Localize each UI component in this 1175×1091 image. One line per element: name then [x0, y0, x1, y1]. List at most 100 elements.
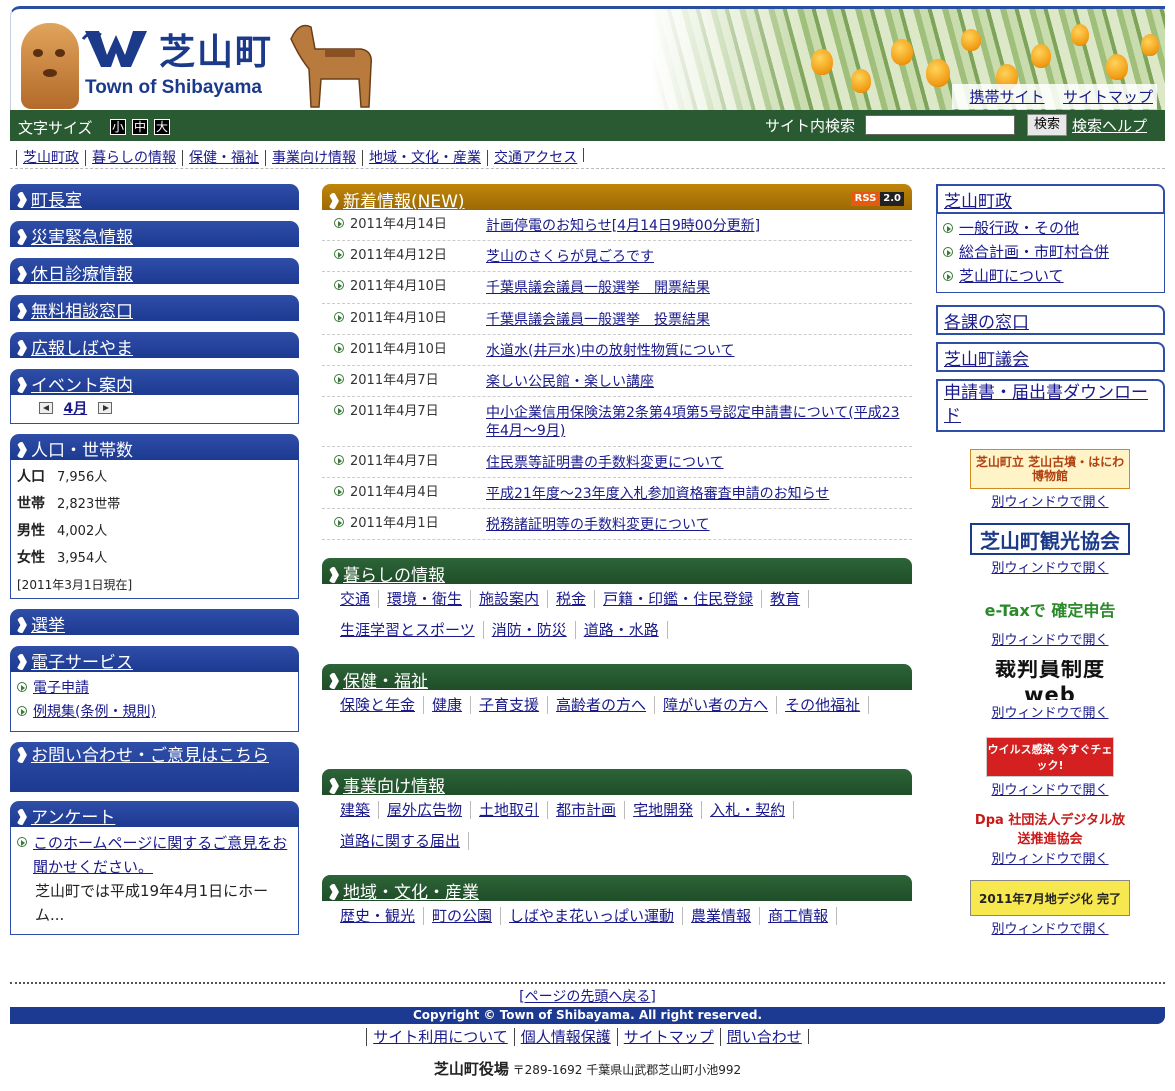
open-new-window-link[interactable]: 別ウィンドウで開く — [970, 918, 1130, 937]
e-service-item[interactable]: 電子申請 — [17, 676, 292, 700]
politics-title[interactable]: 芝山町政 — [944, 192, 1012, 212]
nav-business-info[interactable]: 事業向け情報 — [265, 150, 362, 166]
about-town-link[interactable]: 芝山町について — [959, 267, 1064, 285]
election-link[interactable]: 選挙 — [10, 609, 299, 636]
open-new-window-link[interactable]: 別ウィンドウで開く — [970, 629, 1130, 648]
category-link[interactable]: 施設案内 — [479, 590, 549, 608]
category-link[interactable]: 屋外広告物 — [387, 801, 472, 819]
e-service-link[interactable]: 電子サービス — [10, 646, 299, 673]
category-link[interactable]: 道路・水路 — [584, 621, 668, 639]
category-link[interactable]: 入札・契約 — [710, 801, 795, 819]
consult-link[interactable]: 無料相談窓口 — [10, 295, 299, 322]
category-link[interactable]: 環境・衛生 — [387, 590, 472, 608]
consult-label[interactable]: 無料相談窓口 — [31, 302, 133, 322]
category-link[interactable]: 宅地開発 — [633, 801, 703, 819]
general-plan-link[interactable]: 総合計画・市町村合併 — [959, 243, 1109, 261]
survey-label[interactable]: アンケート — [31, 808, 115, 828]
font-size-medium-button[interactable]: 中 — [132, 119, 148, 135]
category-link[interactable]: 建築 — [340, 801, 380, 819]
search-help-link[interactable]: 検索ヘルプ — [1072, 115, 1147, 136]
pr-link[interactable]: 広報しばやま — [10, 332, 299, 359]
nav-community-culture[interactable]: 地域・文化・産業 — [362, 150, 487, 166]
forms-title[interactable]: 申請書・届出書ダウンロード — [944, 383, 1148, 426]
category-link[interactable]: 歴史・観光 — [340, 907, 425, 925]
open-new-window-link[interactable]: 別ウィンドウで開く — [970, 557, 1130, 576]
etax-banner-image[interactable]: e-Taxで 確定申告 — [970, 591, 1130, 627]
news-title[interactable]: 新着情報(NEW) — [343, 192, 465, 212]
holiday-clinic-link[interactable]: 休日診療情報 — [10, 258, 299, 285]
font-size-small-button[interactable]: 小 — [110, 119, 126, 135]
nav-living-info[interactable]: 暮らしの情報 — [85, 150, 182, 166]
category-link[interactable]: 戸籍・印鑑・住民登録 — [603, 590, 763, 608]
news-link[interactable]: 千葉県議会議員一般選挙 開票結果 — [486, 279, 912, 297]
next-month-icon[interactable] — [97, 402, 112, 414]
category-link[interactable]: 町の公園 — [432, 907, 502, 925]
inquiry-link[interactable]: 問い合わせ — [719, 1028, 808, 1046]
category-link[interactable]: 交通 — [340, 590, 380, 608]
category-link[interactable]: 都市計画 — [556, 801, 626, 819]
disaster-link[interactable]: 災害緊急情報 — [10, 221, 299, 248]
etax-banner[interactable]: e-Taxで 確定申告 別ウィンドウで開く — [970, 591, 1130, 648]
prev-month-icon[interactable] — [39, 402, 53, 414]
tourism-banner[interactable]: 芝山町観光協会 別ウィンドウで開く — [970, 523, 1130, 576]
current-month-link[interactable]: 4月 — [63, 401, 87, 417]
category-link[interactable]: 農業情報 — [691, 907, 761, 925]
regulations-link[interactable]: 例規集(条例・規則) — [33, 704, 156, 720]
news-link[interactable]: 平成21年度～23年度入札参加資格審査申請のお知らせ — [486, 485, 912, 503]
news-link[interactable]: 水道水(井戸水)中の放射性物質について — [486, 342, 912, 360]
news-link[interactable]: 中小企業信用保険法第2条第4項第5号認定申請書について(平成23年4月～9月) — [486, 404, 912, 440]
sitemap-link[interactable]: サイトマップ — [1063, 88, 1153, 106]
nav-access[interactable]: 交通アクセス — [487, 150, 584, 166]
category-link[interactable]: しばやま花いっぱい運動 — [509, 907, 684, 925]
e-service-item[interactable]: 例規集(条例・規則) — [17, 700, 292, 724]
category-link[interactable]: 健康 — [432, 696, 472, 714]
haniwa-museum-banner[interactable]: 芝山町立 芝山古墳・はにわ博物館 別ウィンドウで開く — [970, 449, 1130, 510]
tourism-banner-image[interactable]: 芝山町観光協会 — [970, 523, 1130, 555]
category-link[interactable]: 生涯学習とスポーツ — [340, 621, 484, 639]
chideji-banner[interactable]: 2011年7月地デジ化 完了 別ウィンドウで開く — [970, 880, 1130, 937]
category-link[interactable]: 土地取引 — [479, 801, 549, 819]
haniwa-museum-banner-image[interactable]: 芝山町立 芝山古墳・はにわ博物館 — [970, 449, 1130, 489]
holiday-clinic-label[interactable]: 休日診療情報 — [31, 265, 133, 285]
politics-item[interactable]: 総合計画・市町村合併 — [943, 240, 1158, 264]
general-admin-link[interactable]: 一般行政・その他 — [959, 219, 1079, 237]
politics-item[interactable]: 一般行政・その他 — [943, 216, 1158, 240]
site-title[interactable]: 芝山町 — [159, 23, 273, 75]
forms-header[interactable]: 申請書・届出書ダウンロード — [936, 379, 1165, 432]
open-new-window-link[interactable]: 別ウィンドウで開く — [970, 779, 1130, 798]
e-service-label[interactable]: 電子サービス — [31, 653, 133, 673]
category-link[interactable]: 消防・防災 — [492, 621, 576, 639]
events-label[interactable]: イベント案内 — [31, 376, 133, 396]
election-label[interactable]: 選挙 — [31, 616, 65, 636]
category-link[interactable]: 税金 — [556, 590, 596, 608]
search-button[interactable]: 検索 — [1027, 114, 1067, 136]
business-info-title[interactable]: 事業向け情報 — [343, 777, 445, 797]
health-welfare-title[interactable]: 保健・福祉 — [343, 672, 428, 692]
category-link[interactable]: 子育支援 — [479, 696, 549, 714]
category-link[interactable]: 障がい者の方へ — [663, 696, 778, 714]
disaster-label[interactable]: 災害緊急情報 — [31, 228, 133, 248]
survey-opinion-link[interactable]: このホームページに関するご意見をお聞かせください。 — [33, 831, 292, 879]
assembly-title[interactable]: 芝山町議会 — [944, 350, 1029, 370]
virus-check-banner[interactable]: ウイルス感染 今すぐチェック! 別ウィンドウで開く — [970, 737, 1130, 798]
town-logo-icon[interactable] — [81, 25, 151, 71]
mobile-site-link[interactable]: 携帯サイト — [970, 88, 1045, 106]
departments-title[interactable]: 各課の窓口 — [944, 313, 1029, 333]
virus-check-banner-image[interactable]: ウイルス感染 今すぐチェック! — [986, 737, 1114, 777]
nav-health-welfare[interactable]: 保健・福祉 — [182, 150, 265, 166]
category-link[interactable]: 商工情報 — [768, 907, 838, 925]
dpa-banner-image[interactable]: Dpa 社団法人デジタル放送推進協会 — [970, 810, 1130, 846]
assembly-header[interactable]: 芝山町議会 — [936, 342, 1165, 372]
dpa-banner[interactable]: Dpa 社団法人デジタル放送推進協会 別ウィンドウで開く — [970, 810, 1130, 867]
pr-label[interactable]: 広報しばやま — [31, 339, 133, 359]
category-link[interactable]: 高齢者の方へ — [556, 696, 656, 714]
departments-header[interactable]: 各課の窓口 — [936, 305, 1165, 335]
category-link[interactable]: 保険と年金 — [340, 696, 425, 714]
category-link[interactable]: その他福祉 — [785, 696, 870, 714]
events-link[interactable]: イベント案内 — [10, 369, 299, 396]
contact-label[interactable]: お問い合わせ・ご意見はこちら — [31, 746, 269, 766]
category-link[interactable]: 教育 — [770, 590, 810, 608]
saibanin-banner[interactable]: 裁判員制度web 別ウィンドウで開く — [970, 660, 1130, 721]
mayor-link[interactable]: 町長室 — [10, 184, 299, 211]
contact-link[interactable]: お問い合わせ・ご意見はこちら — [10, 742, 299, 792]
